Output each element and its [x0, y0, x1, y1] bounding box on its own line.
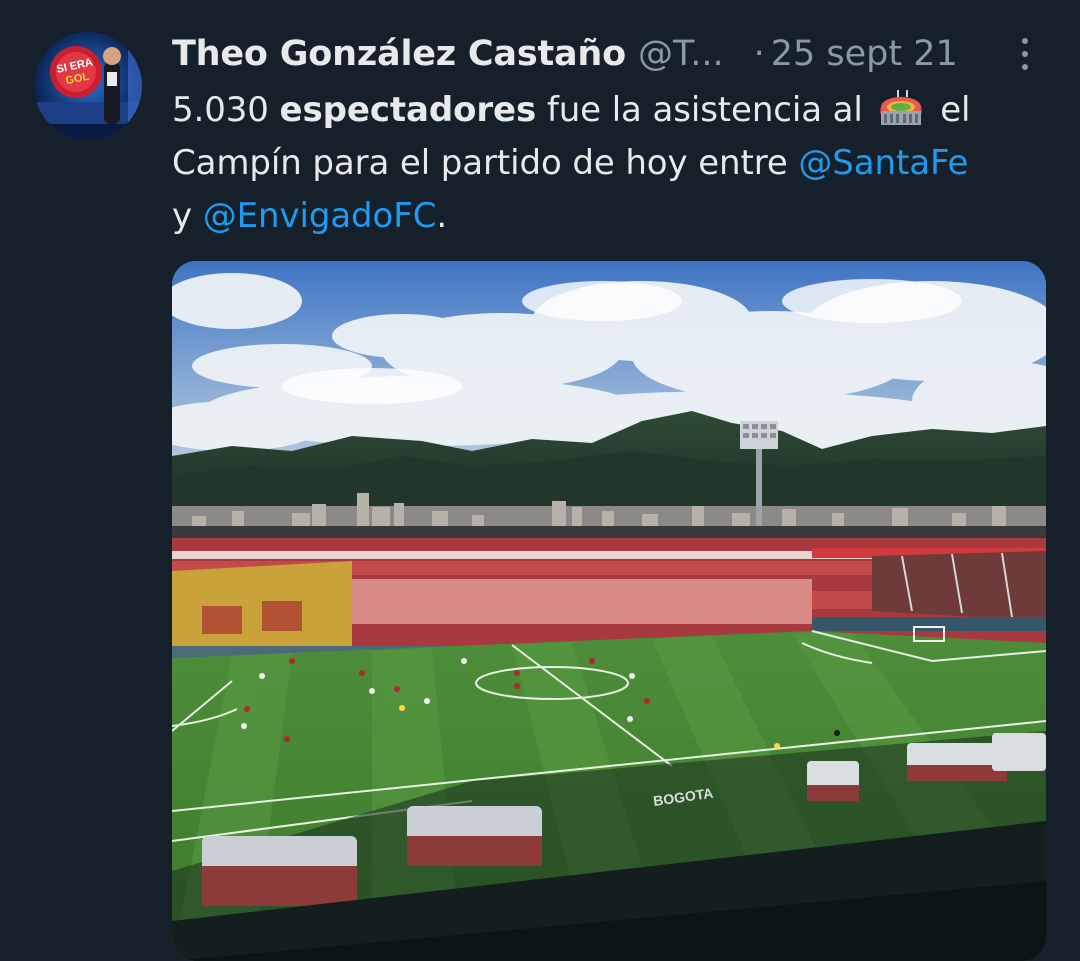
tweet-text: 5.030 espectadores fue la asistencia al …	[172, 84, 1052, 243]
more-vertical-icon-dot-3	[1022, 64, 1028, 70]
stadium-photo: BOGOTA	[172, 261, 1046, 961]
tweet-text-segment: 5.030	[172, 90, 280, 130]
date-separator: ·	[753, 34, 765, 74]
tweet-text-segment: fue la asistencia al	[536, 90, 874, 130]
mention-santafe-link[interactable]: @SantaFe	[798, 143, 968, 183]
tweet-text-segment: y	[172, 196, 203, 236]
avatar-image: SI ERA GOL	[34, 32, 142, 140]
tweet-text-segment: .	[436, 196, 448, 236]
tweet-text-segment: Campín para el partido de hoy entre	[172, 143, 799, 183]
tweet-header: Theo González Castaño @T... · 25 sept 21	[172, 30, 1002, 78]
more-options-button[interactable]	[1008, 36, 1042, 72]
tweet-text-line-3: y @EnvigadoFC.	[172, 190, 1052, 243]
stadium-emoji-icon	[880, 90, 923, 125]
tweet-text-segment: el	[929, 90, 971, 130]
more-vertical-icon-dot-2	[1022, 51, 1028, 57]
mention-envigadofc-link[interactable]: @EnvigadoFC	[203, 196, 437, 236]
tweet-text-line-1: 5.030 espectadores fue la asistencia al …	[172, 84, 1052, 137]
tweet-date[interactable]: 25 sept 21	[771, 34, 958, 74]
author-display-name[interactable]: Theo González Castaño	[172, 34, 626, 74]
tweet-text-bold: espectadores	[279, 90, 537, 130]
more-vertical-icon	[1022, 38, 1028, 44]
tweet-media-photo[interactable]: BOGOTA	[172, 261, 1046, 961]
avatar[interactable]: SI ERA GOL	[34, 32, 142, 140]
author-handle[interactable]: @T...	[638, 34, 724, 74]
tweet-text-line-2: Campín para el partido de hoy entre @San…	[172, 137, 1052, 190]
